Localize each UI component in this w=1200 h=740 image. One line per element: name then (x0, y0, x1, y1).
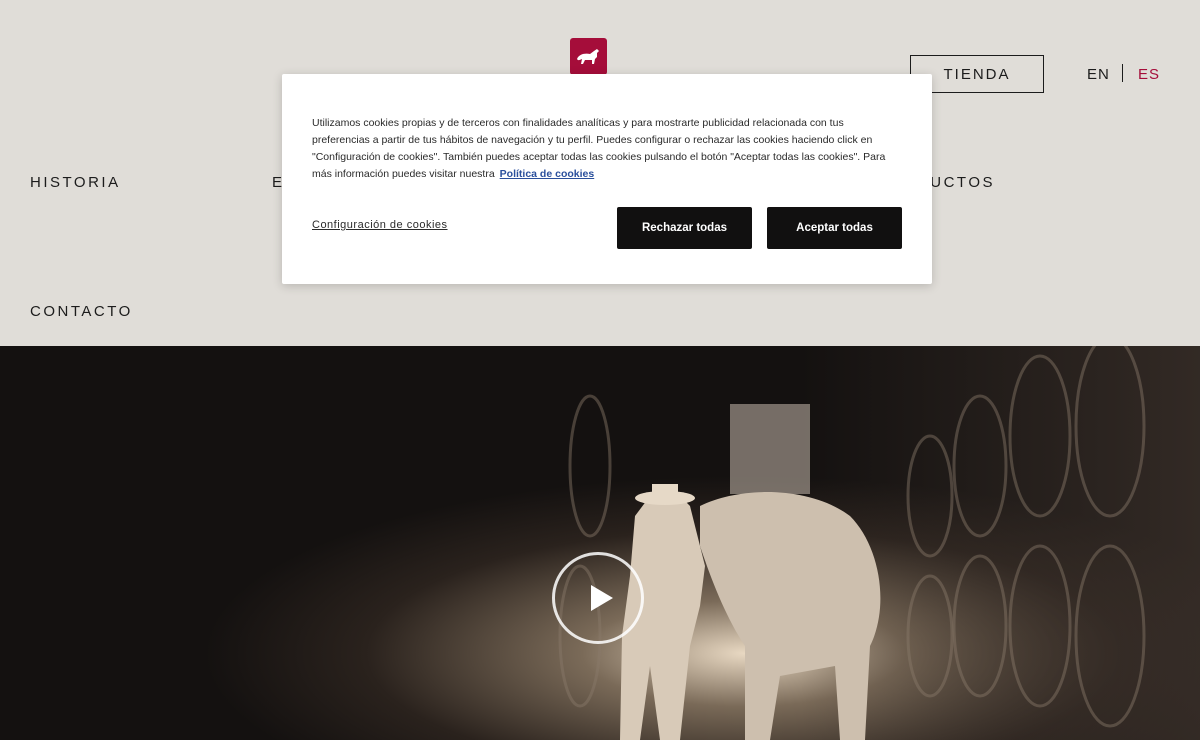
language-divider (1122, 64, 1123, 82)
cookie-policy-link[interactable]: Política de cookies (500, 168, 595, 180)
cookie-consent-text: Utilizamos cookies propias y de terceros… (312, 115, 904, 183)
language-en-link[interactable]: EN (1087, 66, 1110, 83)
cookie-settings-link[interactable]: Configuración de cookies (312, 219, 448, 231)
nav-contacto[interactable]: CONTACTO (30, 303, 133, 320)
play-icon (591, 585, 613, 611)
play-button[interactable] (552, 552, 644, 644)
horse-logo-icon[interactable] (570, 38, 607, 75)
accept-all-button[interactable]: Aceptar todas (767, 207, 902, 249)
cookie-consent-message: Utilizamos cookies propias y de terceros… (312, 117, 886, 180)
reject-all-button[interactable]: Rechazar todas (617, 207, 752, 249)
hero-image (0, 346, 1200, 740)
cookie-consent-dialog: Utilizamos cookies propias y de terceros… (282, 74, 932, 284)
reject-all-label: Rechazar todas (641, 222, 727, 234)
nav-historia[interactable]: HISTORIA (30, 174, 121, 191)
accept-all-label: Aceptar todas (796, 222, 873, 234)
shop-label: TIENDA (943, 65, 1011, 83)
language-es-link[interactable]: ES (1138, 66, 1160, 83)
hero-video[interactable] (0, 346, 1200, 740)
